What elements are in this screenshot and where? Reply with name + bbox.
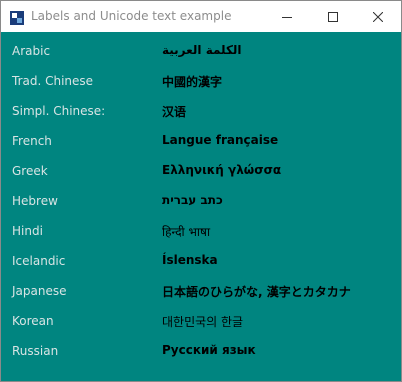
- language-label: Russian: [12, 344, 59, 358]
- language-label: Japanese: [12, 284, 67, 298]
- row-russian: Russian Русский язык: [1, 334, 401, 364]
- row-trad-chinese: Trad. Chinese 中國的漢字: [1, 64, 401, 94]
- sample-text: Íslenska: [162, 253, 218, 267]
- app-icon: [10, 10, 24, 25]
- row-hebrew: Hebrew כתב עברית: [1, 184, 401, 214]
- app-window: Labels and Unicode text example Arabic ا…: [0, 0, 402, 382]
- maximize-icon: [328, 7, 338, 26]
- maximize-button[interactable]: [310, 1, 356, 32]
- language-label: Trad. Chinese: [12, 74, 94, 88]
- language-label: Greek: [12, 164, 48, 178]
- row-arabic: Arabic الكلمة العربية: [1, 34, 401, 64]
- row-korean: Korean 대한민국의 한글: [1, 304, 401, 334]
- language-label: Korean: [12, 314, 54, 328]
- row-french: French Langue française: [1, 124, 401, 154]
- sample-text: 中國的漢字: [162, 75, 223, 89]
- sample-text: हिन्दी भाषा: [162, 225, 211, 239]
- minimize-icon: [282, 7, 292, 26]
- language-label: French: [12, 134, 52, 148]
- sample-text: Ελληνική γλώσσα: [162, 163, 282, 177]
- row-japanese: Japanese 日本語のひらがな, 漢字とカタカナ: [1, 274, 401, 304]
- language-label: Simpl. Chinese:: [12, 104, 106, 118]
- sample-text: 대한민국의 한글: [162, 315, 244, 329]
- sample-text: 日本語のひらがな, 漢字とカタカナ: [162, 285, 351, 299]
- title-bar[interactable]: Labels and Unicode text example: [1, 1, 401, 32]
- minimize-button[interactable]: [264, 1, 310, 32]
- sample-text: 汉语: [162, 105, 187, 119]
- row-hindi: Hindi हिन्दी भाषा: [1, 214, 401, 244]
- language-label: Icelandic: [12, 254, 66, 268]
- window-title: Labels and Unicode text example: [31, 9, 232, 23]
- close-icon: [372, 7, 384, 26]
- row-icelandic: Icelandic Íslenska: [1, 244, 401, 274]
- sample-text: כתב עברית: [162, 193, 223, 207]
- close-button[interactable]: [355, 1, 401, 32]
- sample-text: Русский язык: [162, 343, 256, 357]
- client-area: Arabic الكلمة العربية Trad. Chinese 中國的漢…: [1, 32, 401, 381]
- language-label: Arabic: [12, 44, 51, 58]
- row-greek: Greek Ελληνική γλώσσα: [1, 154, 401, 184]
- sample-text: الكلمة العربية: [162, 43, 242, 57]
- language-label: Hindi: [12, 224, 43, 238]
- row-simpl-chinese: Simpl. Chinese: 汉语: [1, 94, 401, 124]
- sample-text: Langue française: [162, 133, 279, 147]
- language-label: Hebrew: [12, 194, 58, 208]
